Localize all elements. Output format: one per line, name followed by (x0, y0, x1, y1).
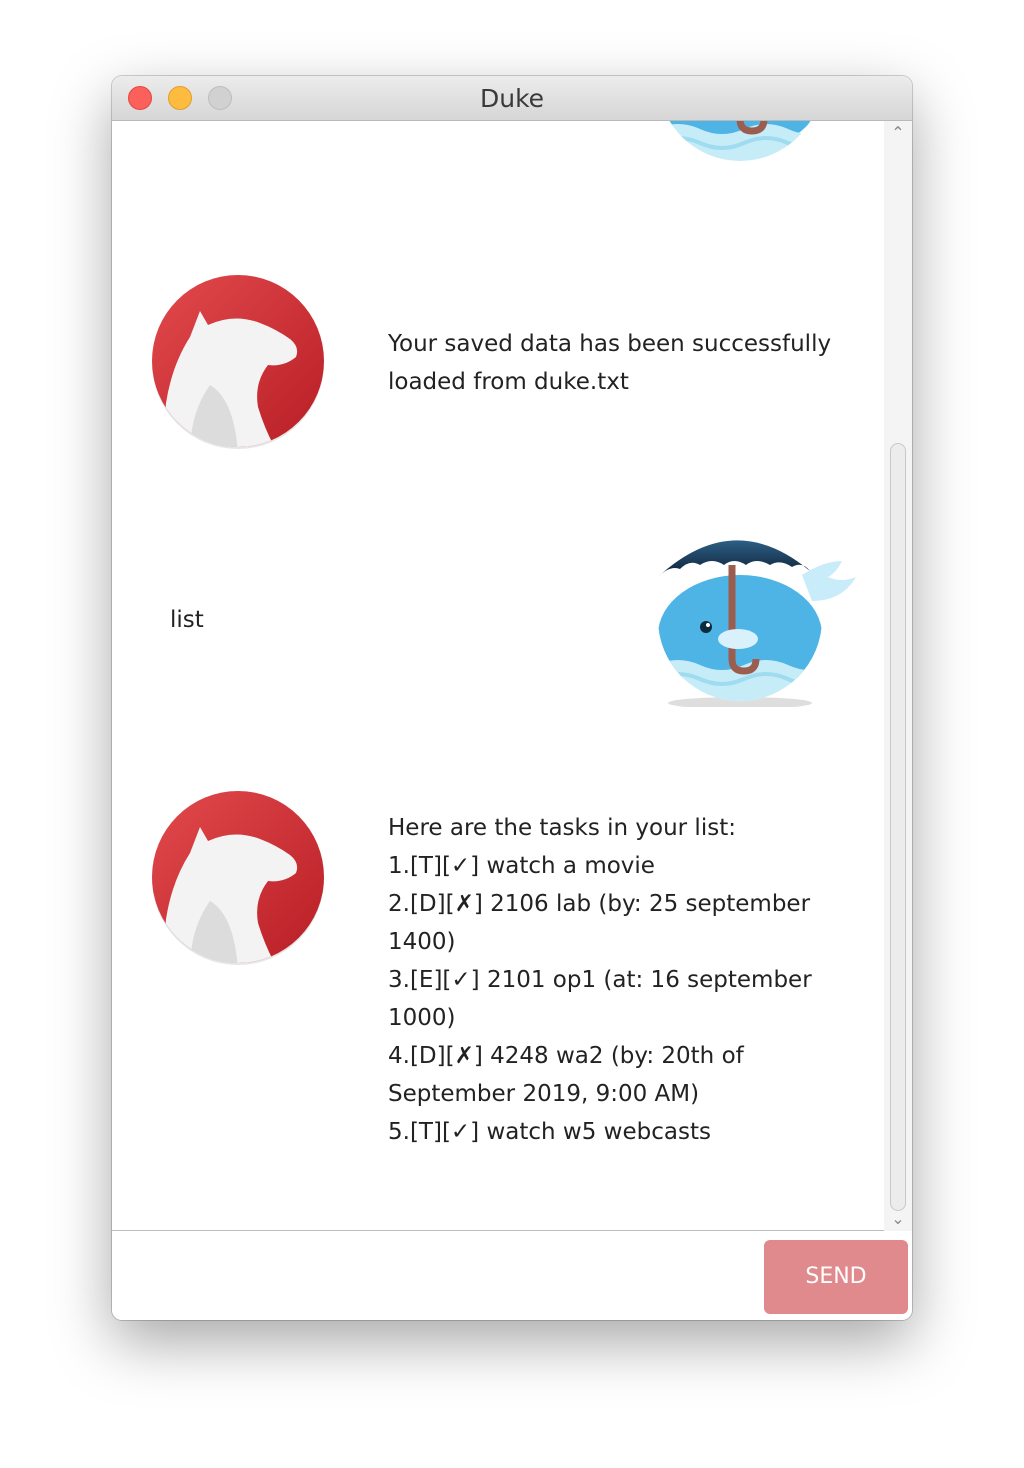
duke-message-2: Here are the tasks in your list: 1.[T][✓… (388, 809, 812, 1151)
message-line: 1000) (388, 1005, 456, 1031)
input-bar: SEND (112, 1232, 912, 1320)
duke-message-1: Your saved data has been successfully lo… (388, 325, 831, 401)
title-bar[interactable]: Duke (112, 76, 912, 121)
message-line: 2.[D][✗] 2106 lab (by: 25 september (388, 891, 811, 917)
message-line: loaded from duke.txt (388, 369, 629, 395)
message-line: 3.[E][✓] 2101 op1 (at: 16 september (388, 967, 812, 993)
send-button[interactable]: SEND (764, 1240, 908, 1314)
vertical-scrollbar[interactable]: ⌃ ⌄ (884, 121, 912, 1231)
message-line: Here are the tasks in your list: (388, 815, 736, 841)
window-title: Duke (479, 84, 545, 113)
message-line: 1400) (388, 929, 456, 955)
message-line: Your saved data has been successfully (388, 331, 832, 357)
message-line: 5.[T][✓] watch w5 webcasts (388, 1119, 711, 1145)
scroll-up-arrow-icon[interactable]: ⌃ (884, 121, 912, 145)
message-line: 1.[T][✓] watch a movie (388, 853, 655, 879)
duke-window: Duke Your saved data has been successful… (112, 76, 912, 1320)
message-line: 4.[D][✗] 4248 wa2 (by: 20th of (388, 1043, 744, 1069)
message-line: September 2019, 9:00 AM) (388, 1081, 700, 1107)
user-avatar-whale-icon (658, 537, 856, 707)
user-avatar-whale-icon (658, 121, 822, 161)
message-input[interactable] (116, 1238, 760, 1310)
message-line: list (170, 607, 204, 633)
chat-scroll-pane[interactable]: Your saved data has been successfully lo… (112, 121, 885, 1231)
duke-avatar-bear-icon (152, 275, 324, 449)
scrollbar-thumb[interactable] (890, 443, 906, 1211)
scroll-down-arrow-icon[interactable]: ⌄ (884, 1207, 912, 1231)
duke-avatar-bear-icon (152, 791, 324, 965)
user-message: list (170, 601, 204, 639)
